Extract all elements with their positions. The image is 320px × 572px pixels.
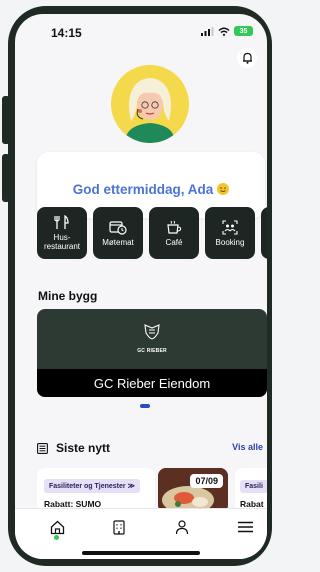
tile-label: Møtemat bbox=[102, 237, 134, 247]
news-card-partial[interactable]: Fasili Rabat bbox=[235, 468, 267, 513]
news-header: Siste nytt bbox=[37, 441, 110, 455]
tile-motemat[interactable]: Møtemat bbox=[93, 207, 143, 259]
carousel-indicator bbox=[140, 404, 150, 408]
building-name: GC Rieber Eiendom bbox=[37, 369, 267, 397]
building-card[interactable]: GC RIEBER GC Rieber Eiendom bbox=[37, 309, 267, 397]
gc-rieber-logo: GC RIEBER bbox=[37, 323, 267, 354]
avatar-illustration bbox=[125, 78, 175, 143]
newspaper-icon bbox=[37, 442, 48, 454]
notifications-button[interactable] bbox=[237, 48, 257, 68]
nav-home[interactable] bbox=[45, 517, 69, 537]
logo-text: GC RIEBER bbox=[137, 348, 167, 354]
nav-profile[interactable] bbox=[170, 517, 194, 537]
status-icons: 35 bbox=[201, 26, 253, 36]
news-date: 07/09 bbox=[190, 474, 223, 488]
coffee-cup-icon bbox=[167, 220, 182, 234]
fork-knife-icon bbox=[54, 215, 69, 229]
crest-icon bbox=[144, 324, 160, 340]
avatar[interactable] bbox=[111, 65, 189, 143]
smile-emoji-icon bbox=[217, 183, 230, 195]
person-icon bbox=[175, 519, 189, 534]
tile-cafe[interactable]: Café bbox=[149, 207, 199, 259]
greeting-text: God ettermiddag, Ada bbox=[72, 181, 214, 197]
section-title-buildings: Mine bygg bbox=[38, 289, 98, 303]
app-screen: 14:15 35 God ettermiddag, Ada Hus- resta… bbox=[15, 14, 267, 559]
tile-partial[interactable] bbox=[261, 207, 267, 259]
building-icon bbox=[113, 519, 125, 535]
news-tag: Fasili bbox=[240, 480, 267, 493]
news-image[interactable]: 07/09 bbox=[158, 468, 228, 513]
home-indicator bbox=[82, 551, 200, 555]
tile-booking[interactable]: Booking bbox=[205, 207, 255, 259]
battery-icon: 35 bbox=[234, 26, 253, 36]
tile-label: Café bbox=[165, 237, 183, 247]
service-tiles: Hus- restaurant Møtemat Café Booking bbox=[37, 207, 267, 259]
calendar-clock-icon bbox=[109, 220, 127, 235]
news-card[interactable]: Fasiliteter og Tjenester ≫ Rabatt: SUMO bbox=[37, 468, 155, 513]
tile-label: Booking bbox=[215, 237, 245, 247]
tile-label: Hus- restaurant bbox=[43, 233, 81, 251]
people-scan-icon bbox=[222, 219, 238, 235]
menu-icon bbox=[237, 521, 253, 533]
signal-icon bbox=[201, 26, 214, 36]
tile-husrestaurant[interactable]: Hus- restaurant bbox=[37, 207, 87, 259]
section-title-news: Siste nytt bbox=[56, 441, 111, 455]
nav-menu[interactable] bbox=[233, 517, 257, 537]
wifi-icon bbox=[218, 27, 230, 36]
bottom-navigation bbox=[15, 508, 267, 559]
active-tab-indicator bbox=[54, 535, 59, 540]
home-icon bbox=[50, 520, 64, 534]
bell-icon bbox=[242, 52, 252, 64]
news-tag: Fasiliteter og Tjenester ≫ bbox=[44, 479, 140, 493]
nav-buildings[interactable] bbox=[107, 517, 131, 537]
see-all-link[interactable]: Vis alle bbox=[232, 442, 263, 452]
volume-up-button bbox=[2, 96, 10, 144]
status-time: 14:15 bbox=[51, 26, 82, 40]
volume-down-button bbox=[2, 154, 10, 202]
